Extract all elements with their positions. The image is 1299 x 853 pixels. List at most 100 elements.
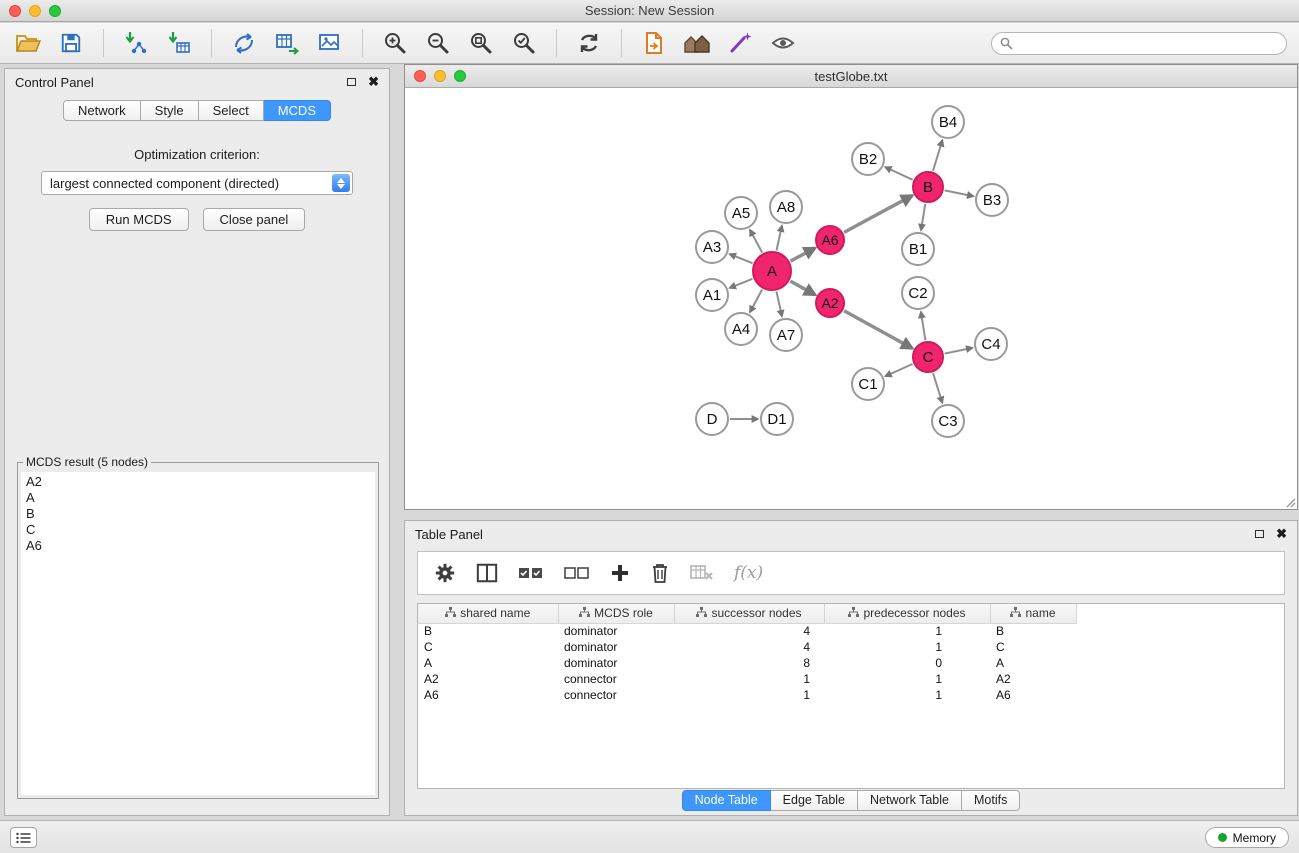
graph-edge-C-C3[interactable]: [933, 373, 942, 403]
refresh-button[interactable]: [573, 27, 605, 59]
graph-edge-A-A3[interactable]: [730, 254, 753, 263]
table-cell[interactable]: 8: [674, 655, 824, 671]
export-image-button[interactable]: [314, 27, 346, 59]
resize-grip[interactable]: [1284, 496, 1296, 508]
table-cell[interactable]: 1: [824, 687, 990, 703]
column-header[interactable]: shared name: [418, 604, 558, 623]
graph-edge-C-C2[interactable]: [921, 312, 925, 340]
column-header[interactable]: predecessor nodes: [824, 604, 990, 623]
table-cell[interactable]: 1: [674, 671, 824, 687]
graph-node-B3[interactable]: B3: [975, 183, 1009, 217]
graph-node-A8[interactable]: A8: [769, 190, 803, 224]
graph-edge-A2-C[interactable]: [844, 311, 912, 349]
table-cell[interactable]: B: [990, 623, 1076, 639]
delete-table-button[interactable]: [690, 564, 714, 582]
graph-edge-B-B3[interactable]: [945, 190, 974, 196]
table-cell[interactable]: 0: [824, 655, 990, 671]
import-network-button[interactable]: [120, 27, 152, 59]
graph-node-A6[interactable]: A6: [815, 225, 845, 255]
table-cell[interactable]: C: [990, 639, 1076, 655]
graph-node-A2[interactable]: A2: [815, 288, 845, 318]
graph-node-D1[interactable]: D1: [760, 402, 794, 436]
close-panel-icon[interactable]: ✖: [368, 77, 379, 87]
table-cell[interactable]: 1: [824, 671, 990, 687]
window-minimize-button[interactable]: [29, 5, 41, 17]
show-columns-button[interactable]: [476, 562, 498, 584]
table-cell[interactable]: 4: [674, 639, 824, 655]
import-table-button[interactable]: [163, 27, 195, 59]
table-row[interactable]: A6connector11A6: [418, 687, 1284, 703]
mcds-result-list[interactable]: A2ABCA6: [21, 472, 375, 795]
optimization-criterion-select[interactable]: largest connected component (directed): [41, 171, 353, 195]
mcds-result-item[interactable]: C: [26, 522, 370, 538]
window-zoom-button[interactable]: [49, 5, 61, 17]
tab-select[interactable]: Select: [199, 100, 264, 121]
table-cell[interactable]: connector: [558, 687, 674, 703]
column-header[interactable]: successor nodes: [674, 604, 824, 623]
zoom-out-button[interactable]: [422, 27, 454, 59]
tab-motifs[interactable]: Motifs: [962, 790, 1020, 811]
run-mcds-button[interactable]: Run MCDS: [89, 208, 189, 231]
table-cell[interactable]: dominator: [558, 655, 674, 671]
graph-node-C3[interactable]: C3: [931, 404, 965, 438]
open-session-button[interactable]: [12, 27, 44, 59]
search-input[interactable]: [991, 32, 1287, 55]
graph-node-A1[interactable]: A1: [695, 278, 729, 312]
table-cell[interactable]: A: [990, 655, 1076, 671]
export-table-button[interactable]: [271, 27, 303, 59]
table-cell[interactable]: A: [418, 655, 558, 671]
close-panel-icon[interactable]: ✖: [1276, 529, 1287, 539]
float-panel-icon[interactable]: [1255, 530, 1264, 538]
zoom-selected-button[interactable]: [508, 27, 540, 59]
zoom-fit-button[interactable]: [465, 27, 497, 59]
home-button[interactable]: [681, 27, 713, 59]
table-row[interactable]: Adominator80A: [418, 655, 1284, 671]
graph-edge-C-C1[interactable]: [885, 364, 912, 376]
tab-mcds[interactable]: MCDS: [264, 100, 331, 121]
table-cell[interactable]: connector: [558, 671, 674, 687]
table-row[interactable]: A2connector11A2: [418, 671, 1284, 687]
task-history-button[interactable]: [10, 827, 37, 848]
network-canvas[interactable]: B4B2BB3A5A8A6B1A3AC2A1A2A4A7C4CC1C3DD1: [405, 88, 1297, 509]
table-cell[interactable]: 4: [674, 623, 824, 639]
table-cell[interactable]: A6: [418, 687, 558, 703]
network-window-zoom-button[interactable]: [454, 70, 466, 82]
tab-style[interactable]: Style: [141, 100, 199, 121]
table-cell[interactable]: B: [418, 623, 558, 639]
graph-edge-A-A6[interactable]: [791, 248, 815, 261]
tab-network[interactable]: Network: [63, 100, 141, 121]
graph-node-A5[interactable]: A5: [724, 196, 758, 230]
graph-node-B1[interactable]: B1: [901, 232, 935, 266]
mcds-result-item[interactable]: A6: [26, 538, 370, 554]
mcds-result-item[interactable]: B: [26, 506, 370, 522]
window-close-button[interactable]: [9, 5, 21, 17]
table-row[interactable]: Cdominator41C: [418, 639, 1284, 655]
table-cell[interactable]: 1: [824, 623, 990, 639]
save-session-button[interactable]: [55, 27, 87, 59]
graph-edge-A-A8[interactable]: [776, 226, 781, 251]
select-all-button[interactable]: [518, 565, 544, 581]
graph-node-C[interactable]: C: [912, 341, 944, 373]
table-cell[interactable]: A2: [990, 671, 1076, 687]
graph-edge-B-B4[interactable]: [933, 140, 942, 171]
graph-edge-A-A5[interactable]: [750, 230, 762, 253]
graph-edge-A-A2[interactable]: [790, 281, 815, 295]
delete-column-button[interactable]: [650, 562, 670, 584]
export-network-button[interactable]: [228, 27, 260, 59]
graph-node-B4[interactable]: B4: [931, 105, 965, 139]
network-window-minimize-button[interactable]: [434, 70, 446, 82]
memory-button[interactable]: Memory: [1205, 827, 1289, 848]
graph-node-A3[interactable]: A3: [695, 230, 729, 264]
graph-node-C1[interactable]: C1: [851, 367, 885, 401]
table-row[interactable]: Bdominator41B: [418, 623, 1284, 639]
function-builder-button[interactable]: f(x): [734, 563, 763, 583]
graph-node-D[interactable]: D: [695, 402, 729, 436]
graph-node-B[interactable]: B: [912, 171, 944, 203]
mcds-result-item[interactable]: A2: [26, 474, 370, 490]
graph-edge-B-B2[interactable]: [885, 167, 912, 180]
graph-edge-B-B1[interactable]: [921, 204, 925, 230]
graph-edge-C-C4[interactable]: [945, 348, 973, 354]
close-panel-button[interactable]: Close panel: [203, 208, 306, 231]
table-cell[interactable]: 1: [824, 639, 990, 655]
graph-edge-A-A7[interactable]: [776, 292, 781, 317]
